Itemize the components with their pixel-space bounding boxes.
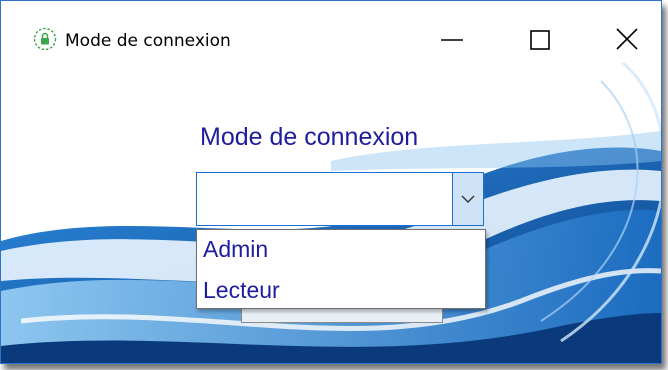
close-button[interactable] (605, 17, 651, 63)
login-mode-combobox[interactable] (196, 172, 484, 226)
chevron-down-icon (461, 195, 475, 203)
login-mode-label: Mode de connexion (200, 123, 419, 151)
window-title: Mode de connexion (65, 31, 231, 51)
minimize-icon (441, 39, 463, 41)
option-admin[interactable]: Admin (203, 236, 268, 263)
login-mode-dropdown-list: Admin Lecteur (196, 229, 486, 309)
lock-icon (33, 27, 57, 51)
close-icon (616, 28, 638, 50)
title-bar: Mode de connexion (1, 1, 661, 63)
maximize-button[interactable] (517, 17, 563, 63)
option-lecteur[interactable]: Lecteur (203, 277, 280, 304)
minimize-button[interactable] (429, 17, 475, 63)
login-mode-window: Mode de connexion Mode de connexion Admi… (0, 0, 662, 364)
maximize-icon (530, 30, 550, 50)
combobox-dropdown-button[interactable] (452, 173, 483, 225)
